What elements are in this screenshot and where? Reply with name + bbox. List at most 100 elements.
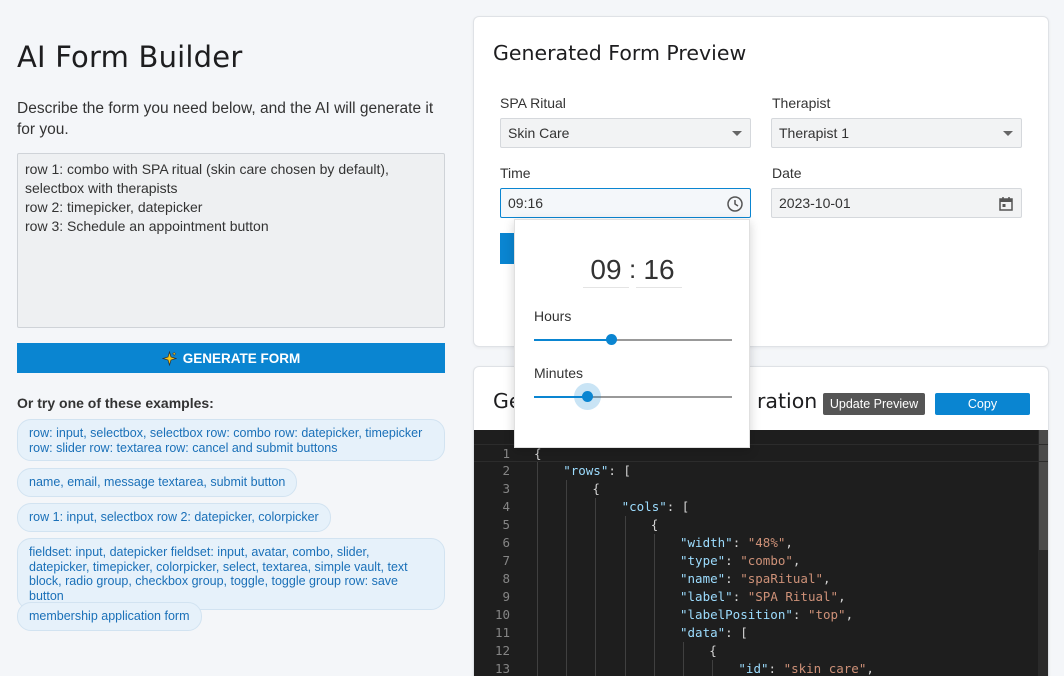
generate-form-label: GENERATE FORM — [182, 350, 301, 366]
indent-guide — [566, 570, 568, 588]
chevron-down-icon — [732, 131, 742, 136]
indent-guide — [624, 624, 626, 642]
indent-guide — [595, 624, 597, 642]
code-line: 7 "type": "combo", — [474, 552, 1048, 570]
code-text: "cols": [ — [621, 499, 690, 514]
code-line: 12 { — [474, 642, 1048, 660]
line-number: 6 — [502, 535, 510, 550]
hours-slider-thumb[interactable] — [606, 334, 617, 345]
indent-guide — [566, 534, 568, 552]
line-number: 13 — [494, 661, 510, 676]
indent-guide — [653, 534, 655, 552]
minutes-slider-thumb[interactable] — [582, 391, 593, 402]
indent-guide — [712, 660, 714, 676]
hours-display[interactable]: 09 — [583, 254, 629, 288]
minutes-label: Minutes — [534, 365, 584, 381]
timepicker-popup: 09 : 16 Hours Minutes — [514, 219, 750, 448]
indent-guide — [653, 642, 655, 660]
indent-guide — [624, 534, 626, 552]
spa-ritual-value: Skin Care — [508, 125, 570, 141]
indent-guide — [566, 642, 568, 660]
indent-guide — [624, 642, 626, 660]
indent-guide — [537, 552, 538, 570]
examples-heading: Or try one of these examples: — [17, 395, 214, 411]
code-line: 10 "labelPosition": "top", — [474, 606, 1048, 624]
code-text: { — [592, 481, 600, 496]
indent-guide — [595, 660, 597, 676]
line-number: 12 — [494, 643, 510, 658]
indent-guide — [595, 552, 597, 570]
indent-guide — [566, 624, 568, 642]
indent-guide — [537, 624, 538, 642]
sparkle-icon — [161, 350, 177, 366]
indent-guide — [537, 462, 538, 480]
code-line: 11 "data": [ — [474, 624, 1048, 642]
code-text: { — [650, 517, 659, 532]
code-text: "labelPosition": "top", — [680, 607, 854, 622]
json-code-editor[interactable]: 1{2 "rows": [3{4 "cols": [5{6 "width": "48%… — [474, 430, 1048, 676]
indent-guide — [566, 480, 568, 498]
update-preview-button[interactable]: Update Preview — [823, 393, 925, 415]
indent-guide — [595, 534, 597, 552]
indent-guide — [683, 660, 684, 676]
code-text: "name": "spaRitual", — [680, 571, 831, 586]
line-number: 10 — [494, 607, 510, 622]
chevron-down-icon — [1003, 131, 1013, 136]
indent-guide — [653, 588, 655, 606]
indent-guide — [653, 606, 655, 624]
indent-guide — [653, 570, 655, 588]
calendar-icon[interactable] — [997, 195, 1015, 213]
indent-guide — [537, 534, 538, 552]
indent-guide — [566, 552, 568, 570]
code-line: 6 "width": "48%", — [474, 534, 1048, 552]
indent-guide — [624, 570, 626, 588]
indent-guide — [566, 660, 568, 676]
code-line: 8 "name": "spaRitual", — [474, 570, 1048, 588]
indent-guide — [595, 516, 597, 534]
therapist-select[interactable]: Therapist 1 — [771, 118, 1022, 148]
hours-slider-fill — [534, 339, 611, 341]
indent-guide — [653, 660, 655, 676]
spa-ritual-combo[interactable]: Skin Care — [500, 118, 751, 148]
code-text: "label": "SPA Ritual", — [680, 589, 846, 604]
indent-guide — [566, 588, 568, 606]
line-number: 8 — [502, 571, 510, 586]
code-line: 9 "label": "SPA Ritual", — [474, 588, 1048, 606]
generate-form-button[interactable]: GENERATE FORM — [17, 343, 445, 373]
code-text: "rows": [ — [563, 463, 631, 478]
time-input[interactable]: 09:16 — [500, 188, 751, 218]
prompt-textarea[interactable]: row 1: combo with SPA ritual (skin care … — [17, 153, 445, 328]
indent-guide — [537, 606, 538, 624]
indent-guide — [537, 516, 538, 534]
example-chip[interactable]: row 1: input, selectbox row 2: datepicke… — [17, 503, 331, 532]
line-number: 3 — [502, 481, 510, 496]
minutes-display[interactable]: 16 — [636, 254, 682, 288]
minutes-slider[interactable] — [534, 383, 732, 410]
indent-guide — [595, 606, 597, 624]
spa-ritual-label: SPA Ritual — [500, 95, 566, 111]
code-text: "width": "48%", — [680, 535, 793, 550]
indent-guide — [624, 516, 626, 534]
code-text: { — [709, 643, 717, 658]
example-chip[interactable]: membership application form — [17, 602, 202, 631]
date-label: Date — [772, 165, 802, 181]
copy-button[interactable]: Copy — [935, 393, 1030, 415]
code-line: 2 "rows": [ — [474, 462, 1048, 480]
indent-guide — [595, 570, 597, 588]
code-text: "data": [ — [680, 625, 748, 640]
indent-guide — [624, 588, 626, 606]
example-chip[interactable]: row: input, selectbox, selectbox row: co… — [17, 419, 445, 461]
indent-guide — [624, 606, 626, 624]
hours-slider[interactable] — [534, 334, 732, 345]
indent-guide — [566, 498, 568, 516]
example-chip[interactable]: fieldset: input, datepicker fieldset: in… — [17, 538, 445, 610]
configuration-title-end: ration — [757, 389, 818, 413]
line-number: 4 — [502, 499, 510, 514]
code-text: "id": "skin care", — [738, 661, 874, 676]
indent-guide — [653, 624, 655, 642]
example-chip[interactable]: name, email, message textarea, submit bu… — [17, 468, 298, 497]
line-number: 9 — [502, 589, 510, 604]
date-input[interactable]: 2023-10-01 — [771, 188, 1022, 218]
therapist-value: Therapist 1 — [779, 125, 850, 141]
clock-icon[interactable] — [726, 195, 744, 213]
